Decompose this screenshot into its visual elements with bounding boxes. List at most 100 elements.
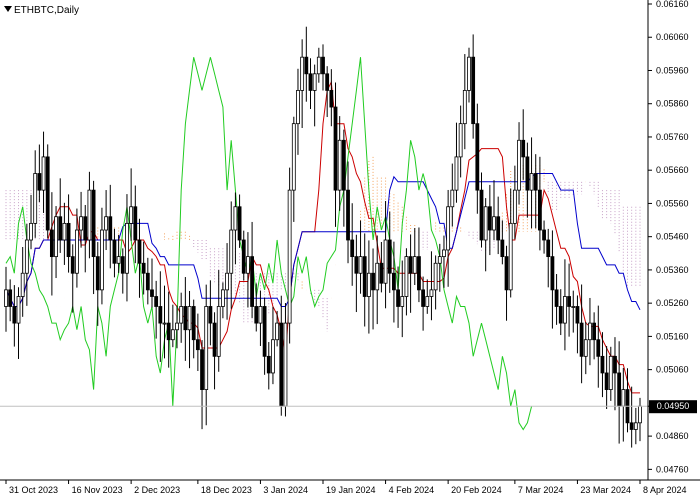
bullish-candle	[454, 156, 459, 191]
y-tick-label: 0.05060	[656, 365, 689, 375]
bullish-candle	[462, 90, 467, 125]
bearish-candle	[112, 239, 117, 264]
bullish-candle	[24, 239, 29, 274]
bearish-candle	[354, 256, 359, 274]
bearish-candle	[387, 239, 392, 274]
bearish-candle	[346, 189, 350, 241]
bearish-candle	[575, 306, 580, 324]
bullish-candle	[508, 222, 513, 291]
bearish-candle	[475, 123, 480, 191]
y-tick-label: 0.05760	[656, 132, 689, 142]
bullish-candle	[175, 322, 179, 331]
bearish-candle	[45, 156, 50, 231]
bullish-candle	[33, 173, 38, 224]
bearish-candle	[350, 239, 355, 258]
bullish-candle	[400, 296, 405, 307]
bearish-candle	[91, 189, 96, 258]
bearish-candle	[208, 306, 213, 324]
bullish-candle	[638, 405, 642, 424]
x-tick-label: 4 Feb 2024	[389, 485, 435, 495]
bearish-candle	[554, 289, 559, 307]
bearish-candle	[70, 256, 75, 274]
bearish-candle	[550, 256, 555, 291]
bearish-candle	[154, 296, 159, 307]
bearish-candle	[49, 229, 54, 258]
bullish-candle	[287, 189, 292, 324]
bearish-candle	[95, 256, 100, 291]
y-tick-label: 0.05260	[656, 298, 689, 308]
bearish-candle	[8, 289, 13, 307]
bearish-candle	[496, 216, 501, 241]
bullish-candle	[312, 73, 317, 91]
bullish-candle	[125, 222, 129, 274]
chart-container[interactable]: 0.06160 0.06060 0.05960 0.05860 0.05760 0.056…	[0, 0, 700, 500]
bearish-candle	[241, 239, 246, 274]
bearish-candle	[333, 106, 338, 191]
bullish-candle	[291, 123, 296, 191]
bullish-candle	[608, 355, 613, 390]
bullish-candle	[170, 329, 175, 341]
bearish-candle	[617, 372, 622, 407]
y-tick-label: 0.05560	[656, 198, 689, 208]
bullish-candle	[229, 229, 234, 274]
y-tick-label: 0.05160	[656, 331, 689, 341]
bullish-candle	[179, 306, 184, 324]
bearish-candle	[262, 306, 267, 357]
bearish-candle	[579, 322, 584, 357]
bullish-candle	[467, 56, 471, 91]
bearish-candle	[417, 256, 421, 291]
bullish-candle	[483, 206, 488, 241]
bullish-candle	[79, 216, 83, 231]
bullish-candle	[116, 256, 121, 264]
bullish-candle	[492, 216, 496, 231]
bullish-candle	[633, 422, 638, 430]
bullish-candle	[187, 306, 192, 331]
bullish-candle	[162, 322, 167, 325]
bearish-candle	[479, 189, 484, 241]
x-tick-label: 8 Apr 2024	[643, 485, 687, 495]
bullish-candle	[296, 90, 300, 125]
bearish-candle	[558, 306, 563, 324]
bearish-candle	[504, 256, 509, 291]
bearish-candle	[567, 296, 571, 307]
bearish-candle	[279, 322, 284, 407]
bearish-candle	[133, 206, 138, 241]
bearish-candle	[596, 339, 601, 357]
bullish-candle	[225, 272, 229, 291]
bullish-candle	[16, 296, 21, 324]
bearish-candle	[600, 355, 605, 374]
bullish-candle	[450, 189, 455, 208]
bullish-candle	[588, 322, 592, 341]
bearish-candle	[613, 355, 617, 374]
bullish-candle	[425, 296, 430, 307]
y-tick-label: 0.05960	[656, 65, 689, 75]
bullish-candle	[446, 206, 451, 251]
y-tick-label: 0.04760	[656, 464, 689, 474]
bearish-candle	[137, 239, 142, 264]
bullish-candle	[275, 322, 280, 341]
bullish-candle	[246, 256, 250, 274]
bearish-candle	[37, 173, 42, 191]
x-tick-label: 31 Oct 2023	[9, 485, 58, 495]
bearish-candle	[108, 216, 113, 241]
bullish-candle	[220, 289, 225, 307]
bearish-candle	[341, 139, 346, 191]
bullish-candle	[563, 296, 567, 324]
bearish-candle	[362, 256, 367, 297]
x-tick-label: 20 Feb 2024	[451, 485, 502, 495]
bullish-candle	[4, 289, 8, 307]
bearish-candle	[191, 306, 196, 341]
bearish-candle	[329, 90, 334, 108]
bullish-candle	[233, 206, 238, 231]
x-tick-label: 23 Mar 2024	[580, 485, 631, 495]
price-chart[interactable]: 0.06160 0.06060 0.05960 0.05860 0.05760 0.056…	[0, 0, 700, 500]
bullish-candle	[54, 216, 58, 258]
bullish-candle	[383, 239, 388, 284]
bearish-candle	[592, 322, 597, 341]
bullish-candle	[204, 306, 209, 390]
bearish-candle	[212, 322, 217, 357]
bullish-candle	[75, 229, 79, 274]
bullish-candle	[433, 262, 438, 291]
bearish-candle	[396, 289, 400, 307]
bullish-candle	[512, 189, 517, 224]
